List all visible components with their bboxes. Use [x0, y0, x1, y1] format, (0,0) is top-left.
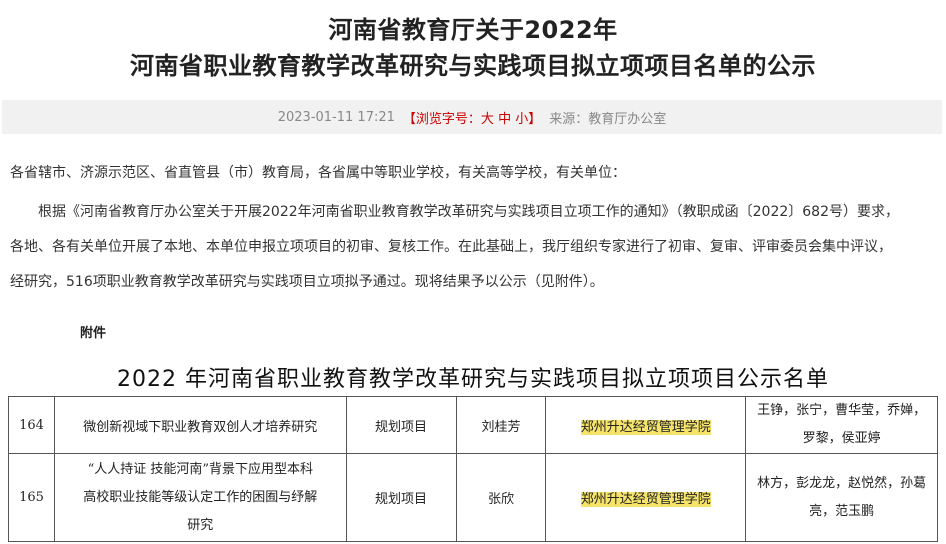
project-name: “人人持证 技能河南”背景下应用型本科 高校职业技能等级认定工作的困囿与纾解 研… — [53, 453, 347, 542]
attachment-label: 附件 — [80, 326, 107, 341]
table-row: 164 微创新视域下职业教育双创人才培养研究 规划项目 刘桂芳 郑州升达经贸管理… — [8, 396, 938, 454]
team-members: 王铮，张宁，曹华莹，乔婵， 罗黎，侯亚婷 — [745, 396, 938, 454]
school-name: 郑州升达经贸管理学院 — [545, 396, 747, 454]
address-paragraph: 各省辖市、济源示范区、省直管县（市）教育局，各省属中等职业学校，有关高等学校，有… — [10, 165, 626, 181]
school-name: 郑州升达经贸管理学院 — [545, 453, 747, 542]
project-type: 规划项目 — [345, 453, 457, 542]
font-size-small-link[interactable]: 小 — [515, 112, 528, 127]
table-row: 165 “人人持证 技能河南”背景下应用型本科 高校职业技能等级认定工作的困囿与… — [8, 453, 938, 542]
project-type: 规划项目 — [345, 396, 457, 454]
article-meta-bar: 2023-01-11 17:21 【浏览字号：大 中 小】 来源：教育厅办公室 — [2, 100, 942, 134]
body-paragraph-line-1: 根据《河南省教育厅办公室关于开展2022年河南省职业教育教学改革研究与实践项目立… — [10, 204, 899, 220]
row-number: 164 — [8, 396, 55, 454]
publish-date: 2023-01-11 17:21 — [277, 109, 395, 125]
font-size-prefix: 【浏览字号： — [402, 111, 481, 127]
body-paragraph-line-2: 各地、各有关单位开展了本地、本单位申报立项项目的初审、复核工作。在此基础上，我厅… — [10, 239, 892, 255]
article-source: 来源：教育厅办公室 — [549, 111, 667, 127]
list-title: 2022 年河南省职业教育教学改革研究与实践项目拟立项项目公示名单 — [117, 367, 829, 392]
font-size-selector: 【浏览字号：大 中 小】 — [403, 108, 541, 127]
project-list-table: 164 微创新视域下职业教育双创人才培养研究 规划项目 刘桂芳 郑州升达经贸管理… — [8, 396, 938, 542]
team-members: 林方，彭龙龙，赵悦然，孙葛 亮，范玉鹏 — [745, 453, 938, 542]
body-paragraph-line-3: 经研究，516项职业教育教学改革研究与实践项目立项拟予通过。现将结果予以公示（见… — [10, 274, 604, 290]
font-size-large-link[interactable]: 大 — [481, 112, 494, 127]
project-leader: 张欣 — [455, 453, 547, 542]
row-number: 165 — [8, 453, 55, 542]
project-leader: 刘桂芳 — [455, 396, 547, 454]
article-title-line-1: 河南省教育厅关于2022年 — [328, 16, 618, 44]
font-size-suffix: 】 — [528, 111, 542, 127]
article-title-line-2: 河南省职业教育教学改革研究与实践项目拟立项项目名单的公示 — [130, 52, 816, 80]
project-name: 微创新视域下职业教育双创人才培养研究 — [53, 396, 347, 454]
font-size-medium-link[interactable]: 中 — [498, 112, 511, 127]
